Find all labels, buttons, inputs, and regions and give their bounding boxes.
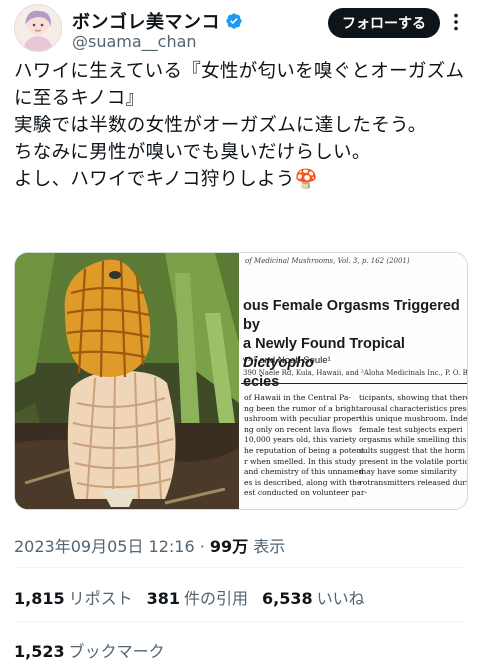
paper-column-left: of Hawaii in the Central Pa- ng been the… (244, 393, 368, 498)
divider (14, 567, 466, 568)
view-count: 99万 (209, 537, 249, 556)
paper-screenshot[interactable]: of Medicinal Mushrooms, Vol. 3, p. 162 (… (241, 253, 467, 509)
meta-separator: · (199, 537, 205, 556)
more-options-icon[interactable] (446, 12, 466, 32)
paper-title: ous Female Orgasms Triggered by a Newly … (243, 297, 467, 392)
paper-title-line-2: a Newly Found Tropical Dictyopho (243, 335, 467, 373)
paper-title-line-1: ous Female Orgasms Triggered by (243, 298, 460, 333)
quote-count: 381 (146, 589, 181, 608)
paper-authors: y¹,² and Noah Soule¹ (243, 355, 331, 366)
mushroom-photo[interactable] (15, 253, 239, 509)
repost-count: 1,815 (14, 589, 65, 608)
avatar-illustration (15, 5, 61, 51)
divider (14, 621, 466, 622)
repost-stat[interactable]: 1,815 リポスト (14, 585, 133, 609)
quote-stat[interactable]: 381 件の引用 (147, 585, 248, 609)
paper-affiliation: 390 Naele Rd, Kula, Hawaii, and ²Aloha M… (243, 369, 467, 377)
tweet-media[interactable]: of Medicinal Mushrooms, Vol. 3, p. 162 (… (14, 252, 468, 510)
paper-header: of Medicinal Mushrooms, Vol. 3, p. 162 (… (245, 257, 410, 265)
tweet-datetime[interactable]: 2023年09月05日 12:16 (14, 537, 195, 556)
paper-column-right: ticipants, showing that there are arousa… (359, 393, 467, 487)
tweet-stats: 1,815 リポスト 381 件の引用 6,538 いいね (14, 585, 365, 609)
like-count: 6,538 (262, 589, 313, 608)
bookmark-stat[interactable]: 1,523 ブックマーク (14, 638, 165, 662)
like-stat[interactable]: 6,538 いいね (262, 585, 365, 609)
like-label: いいね (316, 589, 365, 608)
paper-divider (241, 383, 467, 384)
user-handle[interactable]: @suama__chan (72, 32, 197, 51)
tweet-text: ハワイに生えている『女性が匂いを嗅ぐとオーガズムに至るキノコ』 実験では半数の女… (14, 61, 465, 190)
follow-button[interactable]: フォローする (328, 8, 440, 38)
bookmark-label: ブックマーク (68, 642, 165, 661)
tweet-meta: 2023年09月05日 12:16 · 99万 表示 (14, 533, 285, 557)
bookmark-count: 1,523 (14, 642, 65, 661)
verified-badge-icon (226, 13, 242, 29)
display-name[interactable]: ボンゴレ美マンコ (72, 8, 220, 34)
avatar[interactable] (14, 4, 62, 52)
view-count-label: 表示 (253, 537, 286, 556)
repost-label: リポスト (68, 589, 133, 608)
tweet-header: ボンゴレ美マンコ @suama__chan フォローする (14, 4, 466, 52)
quote-label: 件の引用 (184, 589, 249, 608)
paper-title-line-2a: a Newly Found Tropical (243, 336, 405, 352)
